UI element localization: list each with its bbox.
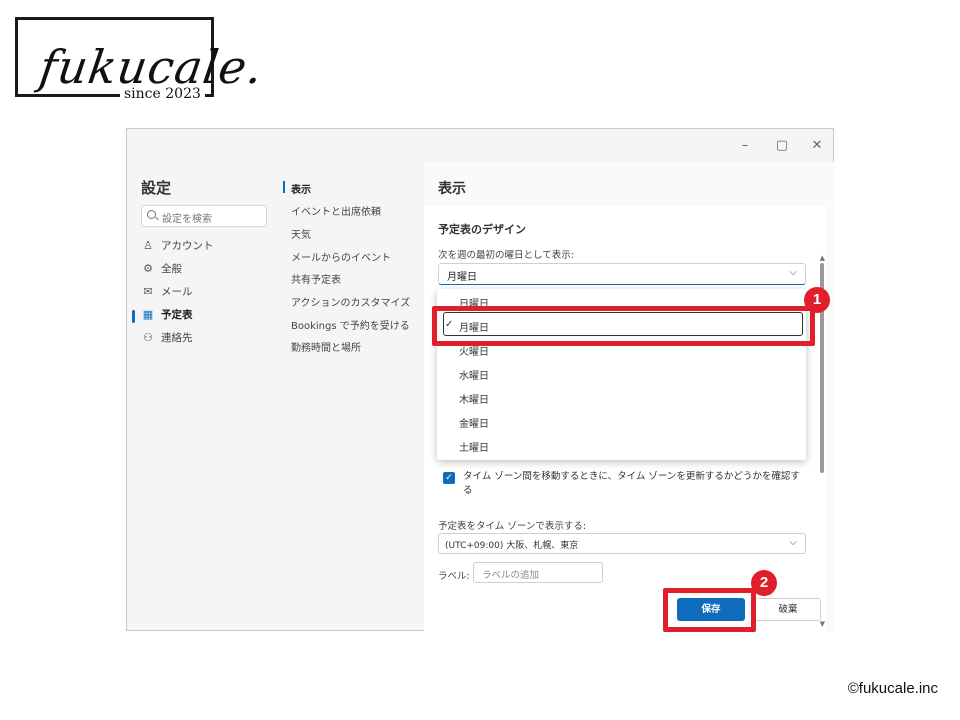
nav-item-label: メール <box>161 286 193 298</box>
nav-item-account[interactable]: ♙ アカウント <box>141 237 214 255</box>
subnav-customize-actions[interactable]: アクションのカスタマイズ <box>291 294 410 309</box>
logo-since: since 2023 <box>120 86 205 102</box>
nav-item-label: 連絡先 <box>161 332 193 344</box>
subnav-events-invitations[interactable]: イベントと出席依頼 <box>291 203 381 218</box>
timezone-confirm-label: タイム ゾーン間を移動するときに、タイム ゾーンを更新するかどうかを確認する <box>463 471 800 496</box>
nav-item-calendar[interactable]: ▦ 予定表 <box>141 306 193 324</box>
highlight-save-button <box>663 588 756 632</box>
mail-icon: ✉ <box>143 285 153 298</box>
subnav-active-indicator <box>283 181 285 193</box>
week-start-value: 月曜日 <box>447 272 477 283</box>
person-icon: ♙ <box>143 239 153 252</box>
timezone-value: (UTC+09:00) 大阪、札幌、東京 <box>445 541 579 551</box>
title-bar: – ▢ ✕ <box>127 129 833 163</box>
label-placeholder: ラベルの追加 <box>482 570 540 581</box>
subnav-bookings[interactable]: Bookings で予約を受ける <box>291 317 410 332</box>
nav-item-contacts[interactable]: ⚇ 連絡先 <box>141 329 193 347</box>
people-icon: ⚇ <box>143 331 153 344</box>
timezone-confirm-checkbox[interactable]: ✓ <box>443 472 455 484</box>
subnav-shared-calendars[interactable]: 共有予定表 <box>291 271 341 286</box>
search-placeholder: 設定を検索 <box>162 214 212 225</box>
settings-title: 設定 <box>141 179 172 197</box>
calendar-icon: ▦ <box>142 308 154 321</box>
timezone-label: 予定表をタイム ゾーンで表示する: <box>438 521 587 532</box>
option-saturday[interactable]: 土曜日 <box>459 439 489 454</box>
label-field-label: ラベル: <box>438 571 470 582</box>
nav-item-label: アカウント <box>161 240 214 252</box>
option-wednesday[interactable]: 水曜日 <box>459 367 489 382</box>
nav-item-general[interactable]: ⚙ 全般 <box>141 260 182 278</box>
subnav-weather[interactable]: 天気 <box>291 226 311 241</box>
nav-item-mail[interactable]: ✉ メール <box>141 283 193 301</box>
subnav-work-hours[interactable]: 勤務時間と場所 <box>291 339 361 354</box>
scroll-down-arrow[interactable]: ▼ <box>820 620 825 628</box>
nav-item-label: 全般 <box>161 263 182 275</box>
chevron-down-icon: ⌵ <box>789 537 797 548</box>
highlight-monday-option <box>432 306 815 346</box>
minimize-button[interactable]: – <box>737 138 753 154</box>
chevron-down-icon: ⌵ <box>789 267 797 278</box>
copyright-text: ©fukucale.inc <box>847 680 938 697</box>
subnav-events-from-email[interactable]: メールからのイベント <box>291 249 391 264</box>
brand-logo: fukucale. <box>15 17 267 97</box>
discard-button[interactable]: 破棄 <box>755 598 821 621</box>
settings-search-input[interactable]: 設定を検索 <box>141 205 267 227</box>
week-start-label: 次を週の最初の曜日として表示: <box>438 250 574 261</box>
step-badge-1: 1 <box>804 287 830 313</box>
maximize-button[interactable]: ▢ <box>774 138 790 154</box>
section-title: 予定表のデザイン <box>438 223 526 236</box>
label-input[interactable]: ラベルの追加 <box>473 562 603 583</box>
option-thursday[interactable]: 木曜日 <box>459 391 489 406</box>
option-friday[interactable]: 金曜日 <box>459 415 489 430</box>
week-start-select[interactable]: 月曜日 ⌵ <box>438 263 806 285</box>
nav-item-label: 予定表 <box>161 309 193 321</box>
search-icon <box>147 210 156 219</box>
pane-title: 表示 <box>438 181 466 197</box>
scroll-up-arrow[interactable]: ▲ <box>820 254 825 262</box>
gear-icon: ⚙ <box>143 262 153 275</box>
step-badge-2: 2 <box>751 570 777 596</box>
close-button[interactable]: ✕ <box>809 138 825 154</box>
timezone-select[interactable]: (UTC+09:00) 大阪、札幌、東京 ⌵ <box>438 533 806 554</box>
subnav-display[interactable]: 表示 <box>291 181 311 196</box>
nav-active-indicator <box>132 310 135 323</box>
